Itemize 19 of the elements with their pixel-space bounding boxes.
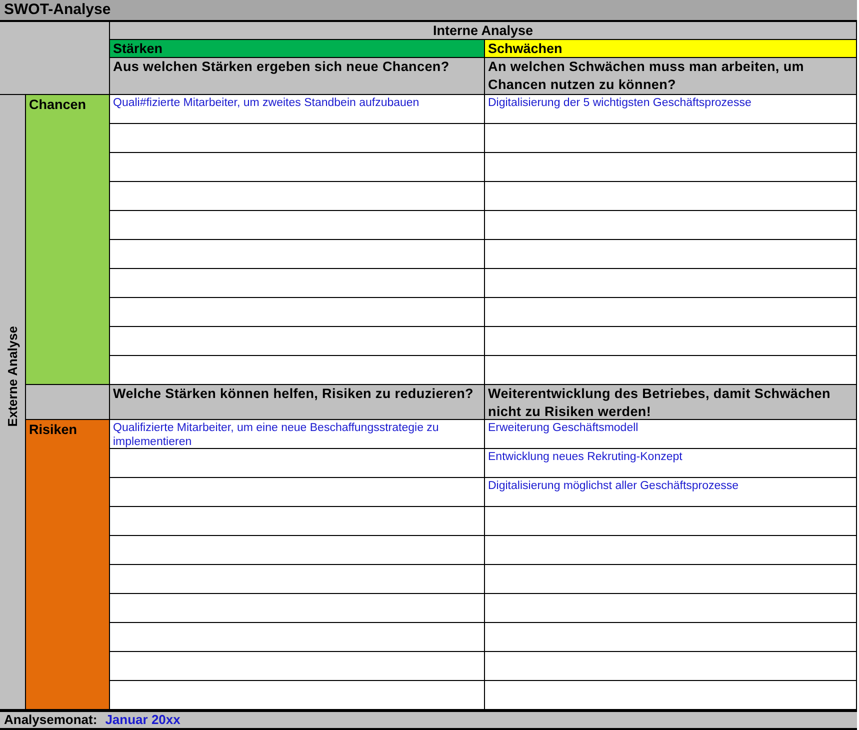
question-cell: An welchen Schwächen muss man arbeiten, um Chancen nutzen zu können?	[485, 58, 857, 95]
table-cell: Digitalisierung möglichst aller Geschäftsprozesse	[485, 478, 857, 507]
column-header: Stärken	[110, 40, 485, 58]
table-cell: Erweiterung Geschäftsmodell	[485, 420, 857, 449]
footer-label: Analysemonat:	[4, 712, 98, 728]
title-bar: SWOT-Analyse	[0, 0, 857, 22]
question-cell: Weiterentwicklung des Betriebes, damit Schwächen nicht zu Risiken werden!	[485, 385, 857, 420]
external-analysis-header: Externe Analyse	[0, 95, 26, 710]
analysis-month: Januar 20xx	[105, 712, 180, 728]
question-cell: Aus welchen Stärken ergeben sich neue Chancen?	[110, 58, 485, 95]
section-label: Risiken	[26, 420, 110, 710]
table-cell: Entwicklung neues Rekruting-Konzept	[485, 449, 857, 478]
section-label: Chancen	[26, 95, 110, 385]
column-header: Schwächen	[485, 40, 857, 58]
table-cell: Qualifizierte Mitarbeiter, um eine neue Beschaffungsstrategie zu implementieren	[110, 420, 485, 449]
table-cell: Quali#fizierte Mitarbeiter, um zweites Standbein aufzubauen	[110, 95, 485, 124]
question-cell: Welche Stärken können helfen, Risiken zu reduzieren?	[110, 385, 485, 420]
internal-analysis-header: Interne Analyse	[110, 22, 857, 40]
table-cell: Digitalisierung der 5 wichtigsten Geschäftsprozesse	[485, 95, 857, 124]
